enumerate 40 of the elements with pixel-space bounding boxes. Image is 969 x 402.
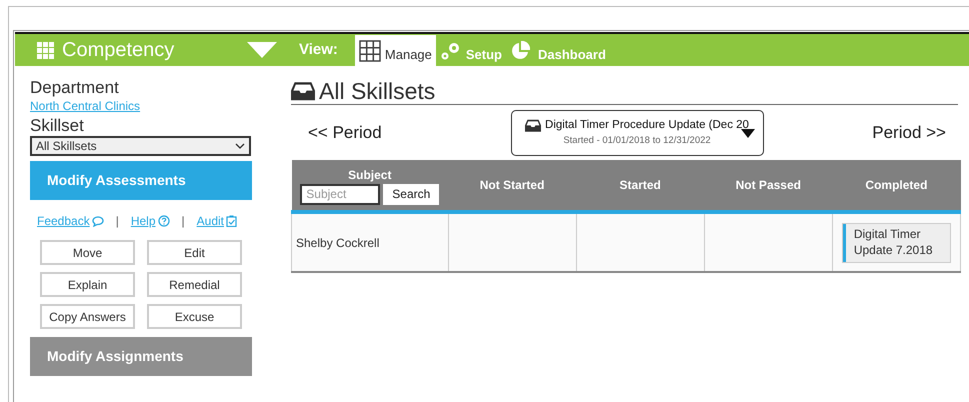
column-header: Completed	[832, 160, 960, 212]
help-icon	[158, 215, 170, 227]
column-header: Subject	[347, 166, 392, 184]
action-button[interactable]: Excuse	[147, 304, 242, 329]
pie-chart-icon	[510, 40, 530, 60]
search-button[interactable]: Search	[383, 184, 440, 204]
column-header: Started	[576, 160, 704, 212]
subject-search-field[interactable]: Subject	[300, 184, 380, 204]
chevron-down-icon	[235, 143, 245, 149]
next-period-button[interactable]: Period >>	[872, 120, 946, 146]
action-button[interactable]: Copy Answers	[40, 304, 135, 329]
separator: |	[182, 213, 185, 230]
view-tab[interactable]: Manage	[354, 35, 436, 66]
app-title: Competency	[62, 38, 174, 63]
subject-cell: Shelby Cockrell	[292, 212, 448, 272]
assessment-selector[interactable]: Digital Timer Procedure Update (Dec 20 Started - 01/01/2018 to 12/31/2022	[510, 110, 764, 156]
speech-bubble-icon	[92, 216, 104, 226]
previous-period-button[interactable]: << Period	[308, 120, 382, 146]
grid-icon	[37, 42, 54, 58]
dropdown-triangle-icon[interactable]	[247, 42, 277, 58]
clipboard-check-icon	[226, 215, 237, 227]
assessment-title: Digital Timer Procedure Update (Dec 20	[545, 118, 749, 133]
grid-icon	[358, 40, 381, 62]
action-button[interactable]: Remedial	[147, 272, 242, 297]
caret-icon	[740, 128, 754, 138]
view-label: View:	[299, 40, 338, 60]
column-header: Not Passed	[704, 160, 832, 212]
skillset-select[interactable]: All Skillsets	[30, 136, 251, 156]
action-button[interactable]: Edit	[147, 240, 242, 265]
inbox-tray-icon	[291, 81, 315, 101]
separator: |	[116, 213, 119, 230]
skillset-label: Skillset	[30, 116, 85, 136]
column-header: Not Started	[448, 160, 576, 212]
inbox-tray-icon	[525, 118, 542, 132]
department-label: Department	[30, 78, 120, 98]
assessment-entry[interactable]: Digital Timer Update 7.2018	[842, 222, 951, 262]
action-button[interactable]: Explain	[40, 272, 135, 297]
action-button[interactable]: Move	[40, 240, 135, 265]
assessment-dates: Started - 01/01/2018 to 12/31/2022	[563, 134, 711, 148]
page-title: All Skillsets	[319, 76, 436, 106]
